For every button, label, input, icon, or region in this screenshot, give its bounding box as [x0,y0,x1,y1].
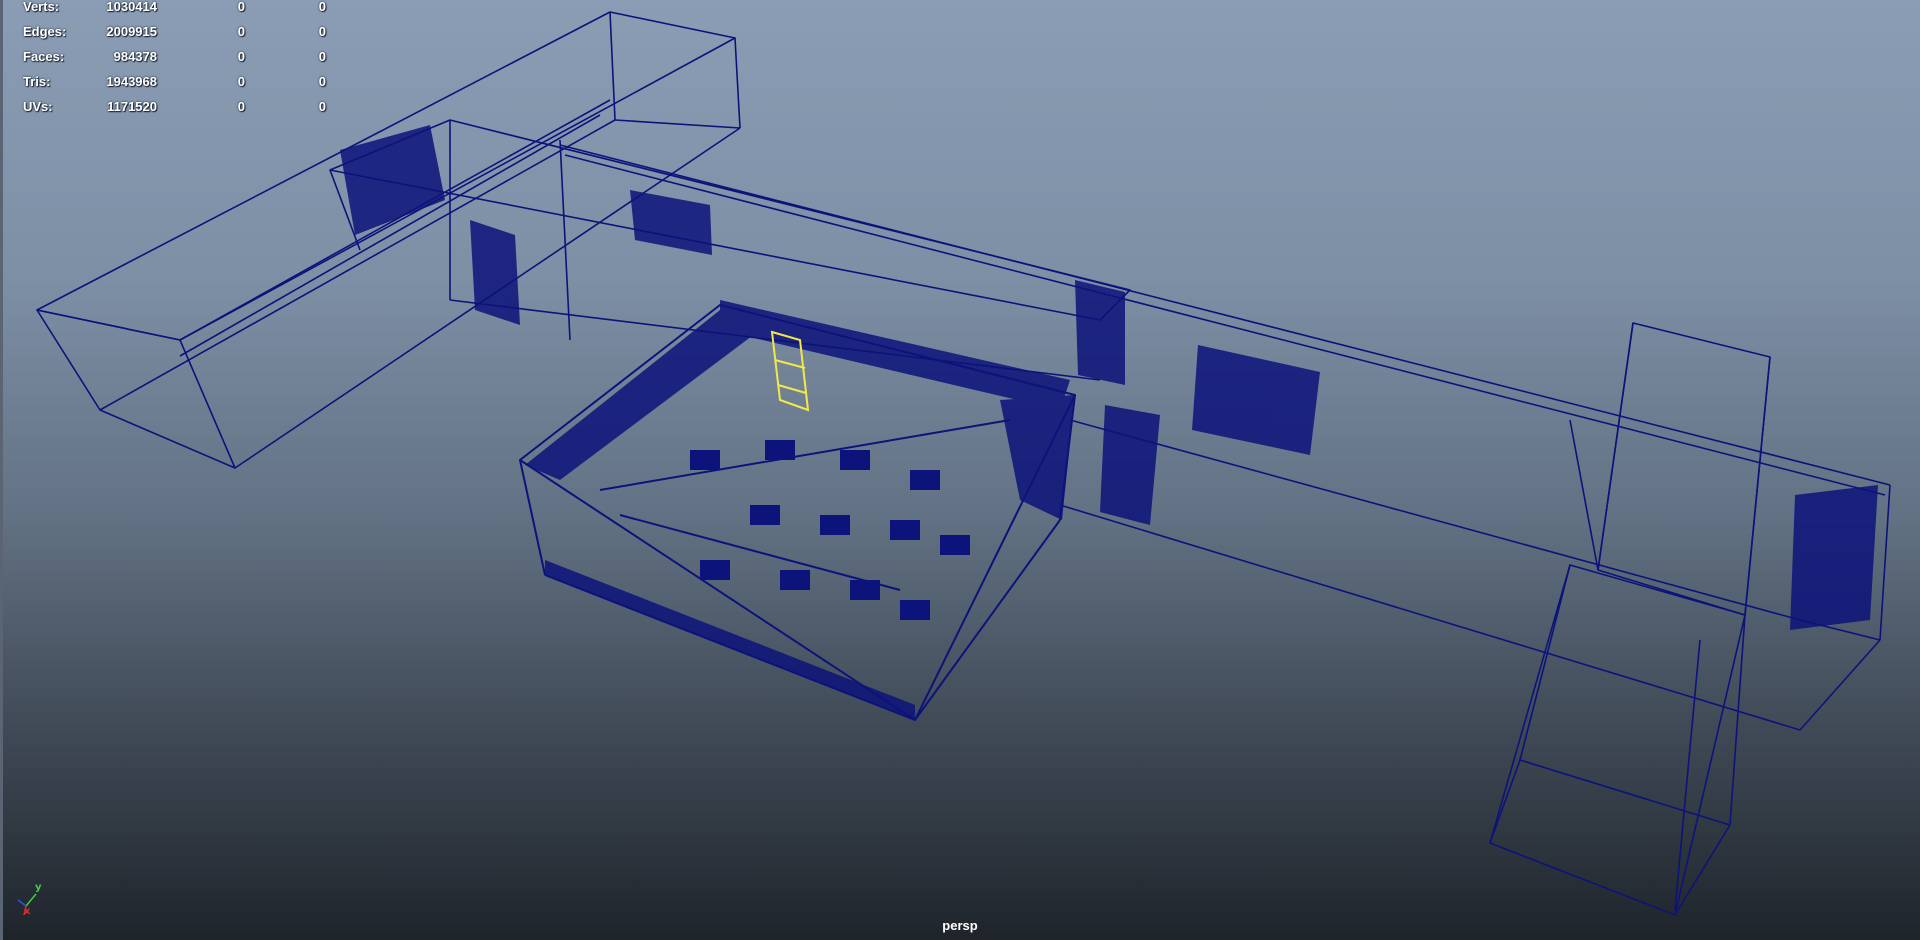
camera-name-label: persp [942,918,978,933]
hud-selected-tri: 0 [318,74,326,89]
hud-selected-tri: 0 [318,99,326,114]
3d-viewport[interactable]: Verts: 1030414 0 0 Edges: 2009915 0 0 Fa… [0,0,1920,940]
hud-selected-tri: 0 [318,0,326,14]
hud-selected-tri: 0 [318,49,326,64]
axis-x-label: x [24,906,31,917]
wireframe-scene[interactable] [0,0,1920,940]
right-tower-wireframe [1569,322,1771,616]
hud-selected-tri: 0 [318,24,326,39]
axis-y-label: y [35,882,42,893]
right-annex-wireframe [1489,564,1746,916]
axis-gizmo-icon: y x [10,882,44,918]
